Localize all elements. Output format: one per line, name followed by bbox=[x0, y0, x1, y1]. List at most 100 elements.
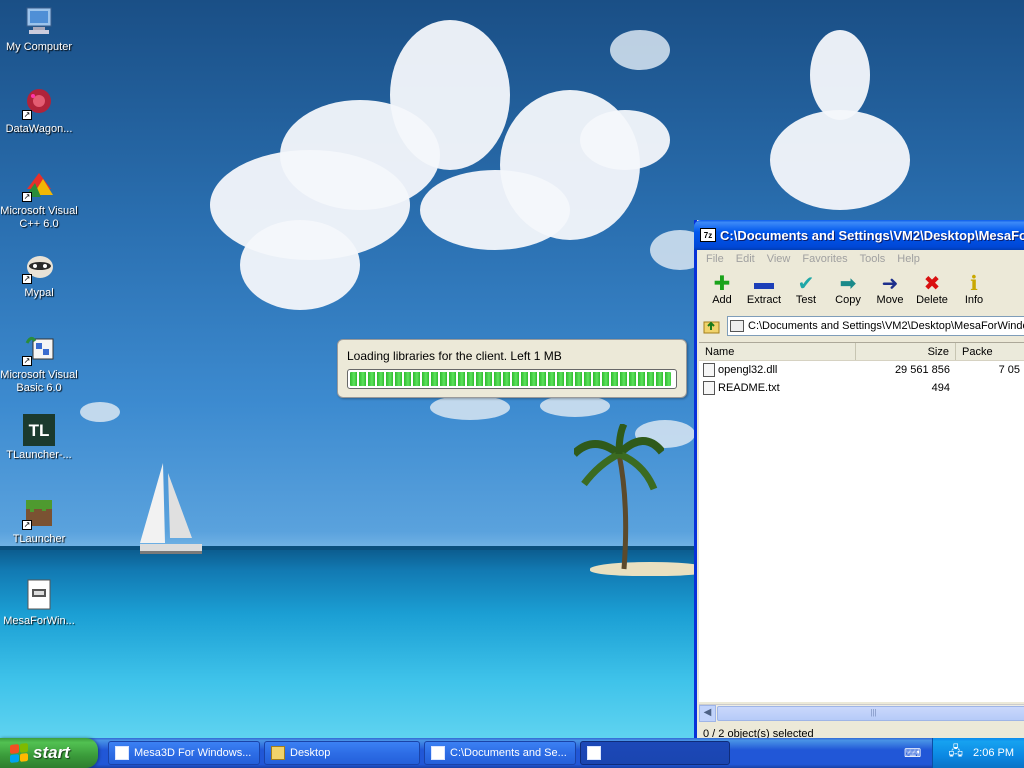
taskbar-button-label: Mesa3D For Windows... bbox=[134, 747, 252, 759]
column-size[interactable]: Size bbox=[856, 343, 956, 360]
copy-button[interactable]: ➡ Copy bbox=[827, 272, 869, 307]
loading-progress-bar bbox=[347, 369, 677, 389]
network-icon[interactable]: 🖧 bbox=[949, 742, 964, 764]
column-packed[interactable]: Packe bbox=[956, 343, 1024, 360]
taskbar-button-mesa3d[interactable]: Mesa3D For Windows... bbox=[108, 741, 260, 765]
address-bar: C:\Documents and Settings\VM2\Desktop\Me… bbox=[697, 314, 1024, 338]
scroll-thumb[interactable]: ||| bbox=[717, 705, 1024, 721]
archive-file-icon bbox=[22, 578, 56, 612]
delete-button-label: Delete bbox=[916, 294, 948, 306]
visual-basic-icon: ↗ bbox=[22, 332, 56, 366]
taskbar-button-label: C:\Documents and Se... bbox=[450, 747, 567, 759]
desktop-icon-label: MesaForWin... bbox=[3, 615, 75, 627]
info-icon: ℹ bbox=[970, 272, 978, 295]
file-name-cell: opengl32.dll bbox=[699, 363, 856, 377]
desktop-icon-mypal[interactable]: ↗ Mypal bbox=[0, 250, 78, 300]
menu-favorites[interactable]: Favorites bbox=[797, 253, 854, 265]
column-header: Name Size Packe bbox=[699, 343, 1024, 361]
menu-tools[interactable]: Tools bbox=[855, 253, 893, 265]
loading-dialog: Loading libraries for the client. Left 1… bbox=[337, 339, 687, 398]
shortcut-arrow-icon: ↗ bbox=[22, 356, 32, 366]
add-button-label: Add bbox=[712, 294, 732, 306]
desktop-icon-my-computer[interactable]: My Computer bbox=[0, 4, 78, 54]
column-name[interactable]: Name bbox=[699, 343, 856, 360]
add-button[interactable]: ✚ Add bbox=[701, 272, 743, 307]
minus-icon: ▬ bbox=[754, 271, 774, 294]
shortcut-arrow-icon: ↗ bbox=[22, 274, 32, 284]
tlauncher-logo-icon: TL bbox=[23, 414, 55, 446]
minecraft-grass-block-icon: ↗ bbox=[22, 496, 56, 530]
desktop-icon-label: Mypal bbox=[24, 287, 54, 299]
file-size: 29 561 856 bbox=[894, 364, 950, 376]
test-button-label: Test bbox=[795, 294, 817, 306]
folder-up-button[interactable] bbox=[701, 316, 723, 336]
desktop-icon-visual-basic[interactable]: ↗ Microsoft Visual Basic 6.0 bbox=[0, 332, 78, 395]
x-icon: ✖ bbox=[923, 272, 941, 295]
test-button[interactable]: ✔ Test bbox=[785, 272, 827, 307]
tlauncher-logo-text: TL bbox=[28, 420, 50, 440]
taskbar-button-java[interactable] bbox=[580, 741, 730, 765]
address-text: C:\Documents and Settings\VM2\Desktop\Me… bbox=[748, 320, 1024, 332]
menu-file[interactable]: File bbox=[701, 253, 731, 265]
desktop-icon-datawagon[interactable]: ↗ DataWagon... bbox=[0, 86, 78, 136]
desktop-icon-label: My Computer bbox=[5, 41, 73, 53]
dll-file-icon bbox=[703, 363, 715, 377]
menu-bar: File Edit View Favorites Tools Help bbox=[697, 250, 1024, 268]
computer-icon bbox=[22, 4, 56, 38]
taskbar-button-desktop[interactable]: Desktop bbox=[264, 741, 420, 765]
menu-view[interactable]: View bbox=[762, 253, 798, 265]
desktop-icon-tlauncher[interactable]: ↗ TLauncher bbox=[0, 496, 78, 546]
move-button-label: Move bbox=[876, 294, 904, 306]
horizontal-scrollbar[interactable]: ◀ ||| bbox=[699, 704, 1024, 722]
windows-logo-icon bbox=[10, 743, 28, 763]
taskbar-button-sevenzip[interactable]: C:\Documents and Se... bbox=[424, 741, 576, 765]
file-name: README.txt bbox=[718, 382, 780, 394]
folder-up-icon bbox=[703, 321, 720, 334]
file-row[interactable]: opengl32.dll 29 561 856 7 05 bbox=[699, 361, 1024, 379]
taskbar-button-label: Desktop bbox=[290, 747, 331, 759]
datawagon-icon: ↗ bbox=[22, 86, 56, 120]
sevenzip-icon: 7z bbox=[700, 228, 716, 242]
shortcut-arrow-icon: ↗ bbox=[22, 520, 32, 530]
menu-edit[interactable]: Edit bbox=[731, 253, 762, 265]
folder-icon bbox=[271, 746, 285, 760]
start-button[interactable]: start bbox=[0, 738, 98, 768]
shortcut-arrow-icon: ↗ bbox=[22, 110, 32, 120]
file-size: 494 bbox=[931, 382, 950, 394]
shortcut-arrow-icon: ↗ bbox=[22, 192, 32, 202]
file-name-cell: README.txt bbox=[699, 381, 856, 395]
extract-button[interactable]: ▬ Extract bbox=[743, 271, 785, 307]
mypal-raccoon-icon: ↗ bbox=[22, 250, 56, 284]
desktop-icon-tlauncher-installer[interactable]: TL TLauncher-... bbox=[0, 414, 78, 462]
sevenzip-icon bbox=[431, 746, 445, 760]
keyboard-icon[interactable]: ⌨ bbox=[904, 746, 921, 760]
palm-tree-image bbox=[574, 424, 664, 570]
loading-message: Loading libraries for the client. Left 1… bbox=[347, 349, 562, 363]
desktop-icon-mesaforwin[interactable]: MesaForWin... bbox=[0, 578, 78, 628]
file-row[interactable]: README.txt 494 bbox=[699, 379, 1024, 397]
scroll-left-icon[interactable]: ◀ bbox=[699, 704, 716, 722]
move-button[interactable]: ➜ Move bbox=[869, 272, 911, 307]
delete-button[interactable]: ✖ Delete bbox=[911, 272, 953, 307]
copy-arrow-icon: ➡ bbox=[839, 272, 857, 295]
file-list[interactable]: Name Size Packe opengl32.dll 29 561 856 … bbox=[699, 342, 1024, 702]
address-input[interactable]: C:\Documents and Settings\VM2\Desktop\Me… bbox=[727, 316, 1024, 336]
window-titlebar[interactable]: 7z C:\Documents and Settings\VM2\Desktop… bbox=[694, 220, 1024, 250]
java-icon bbox=[587, 746, 601, 760]
menu-help[interactable]: Help bbox=[892, 253, 927, 265]
system-tray: 🖧 2:06 PM bbox=[932, 738, 1024, 768]
info-button[interactable]: ℹ Info bbox=[953, 272, 995, 307]
text-file-icon bbox=[703, 381, 715, 395]
loading-progress-fill bbox=[350, 372, 671, 386]
extract-button-label: Extract bbox=[746, 294, 782, 306]
toolbar: ✚ Add ▬ Extract ✔ Test ➡ Copy ➜ Move ✖ D… bbox=[697, 268, 1024, 314]
desktop-icon-label: Microsoft Visual Basic 6.0 bbox=[0, 369, 78, 394]
desktop-icon-label: TLauncher-... bbox=[6, 449, 72, 461]
sevenzip-window[interactable]: 7z C:\Documents and Settings\VM2\Desktop… bbox=[694, 220, 1024, 750]
taskbar: start Mesa3D For Windows... Desktop C:\D… bbox=[0, 738, 1024, 768]
copy-button-label: Copy bbox=[835, 294, 861, 306]
desktop-icon-visual-cpp[interactable]: ↗ Microsoft Visual C++ 6.0 bbox=[0, 168, 78, 231]
clock[interactable]: 2:06 PM bbox=[973, 747, 1014, 759]
info-button-label: Info bbox=[964, 294, 984, 306]
file-name: opengl32.dll bbox=[718, 364, 778, 376]
